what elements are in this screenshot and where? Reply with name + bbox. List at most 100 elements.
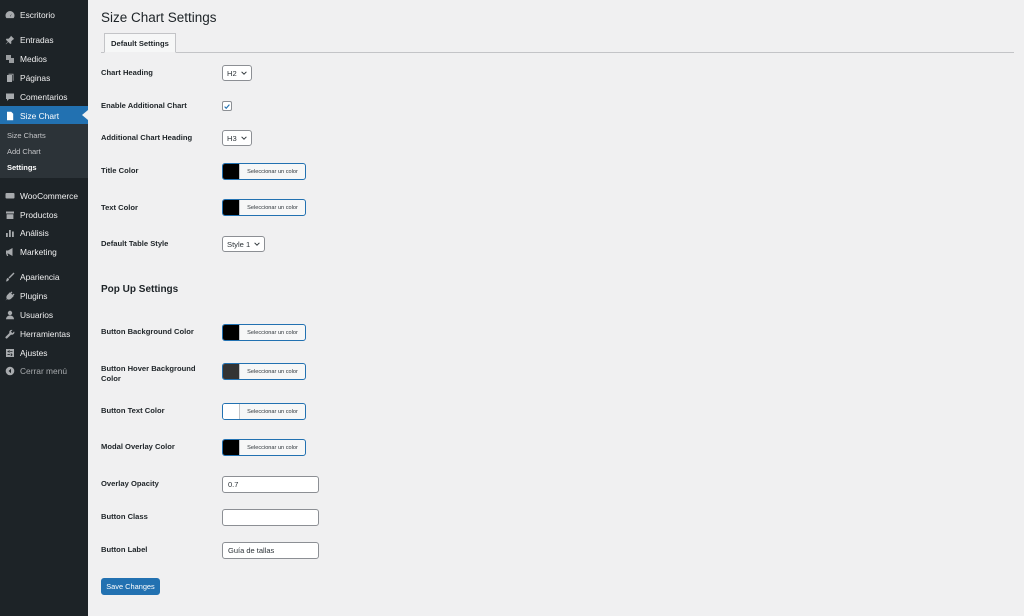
color-picker-label: Seleccionar un color <box>247 368 298 375</box>
brush-icon <box>5 272 15 282</box>
plug-icon <box>5 291 15 301</box>
sidebar-item-label: Apariencia <box>20 271 60 282</box>
color-swatch <box>223 325 240 340</box>
page-icon <box>5 73 15 83</box>
sidebar-item-label: Páginas <box>20 72 51 83</box>
enable-additional-chart-label: Enable Additional Chart <box>101 101 187 110</box>
color-picker-label: Seleccionar un color <box>247 168 298 175</box>
archive-icon <box>5 210 15 220</box>
button-label-label: Button Label <box>101 545 148 554</box>
submenu-item-add-chart[interactable]: Add Chart <box>7 147 41 156</box>
sidebar-item-escritorio[interactable]: Escritorio <box>0 5 88 24</box>
submenu-item-size-charts[interactable]: Size Charts <box>7 131 46 140</box>
sidebar-item-comentarios[interactable]: Comentarios <box>0 87 88 106</box>
color-picker-label: Seleccionar un color <box>247 444 298 451</box>
chevron-down-icon <box>254 241 260 247</box>
button-label-input[interactable] <box>222 542 319 559</box>
text-color-label: Text Color <box>101 203 138 212</box>
button-text-color-picker[interactable]: Seleccionar un color <box>222 403 306 420</box>
sidebar-item-apariencia[interactable]: Apariencia <box>0 267 88 286</box>
default-table-style-select[interactable]: Style 1 <box>222 236 266 252</box>
title-color-picker[interactable]: Seleccionar un color <box>222 163 306 180</box>
color-swatch <box>223 364 240 379</box>
sidebar-item-label: Productos <box>20 209 58 220</box>
default-table-style-label: Default Table Style <box>101 239 169 248</box>
sidebar-item-label: Usuarios <box>20 309 54 320</box>
sidebar-item-marketing[interactable]: Marketing <box>0 242 88 261</box>
sidebar-item-label: Plugins <box>20 290 48 301</box>
chevron-down-icon <box>240 135 247 141</box>
sidebar-item-herramientas[interactable]: Herramientas <box>0 324 88 343</box>
sidebar-item-label: Herramientas <box>20 328 71 339</box>
color-picker-label: Seleccionar un color <box>247 408 298 415</box>
save-changes-button[interactable]: Save Changes <box>101 578 160 595</box>
bar-chart-icon <box>5 228 15 238</box>
sidebar-item-label: Comentarios <box>20 91 68 102</box>
overlay-opacity-input[interactable] <box>222 476 319 493</box>
color-picker-label: Seleccionar un color <box>247 204 298 211</box>
color-picker-label: Seleccionar un color <box>247 329 298 336</box>
color-swatch <box>223 440 240 455</box>
tab-divider <box>101 52 1014 53</box>
document-icon <box>5 111 15 121</box>
dashboard-icon <box>5 10 15 20</box>
chart-heading-label: Chart Heading <box>101 68 153 77</box>
submenu-item-settings[interactable]: Settings <box>7 163 37 172</box>
select-value: H2 <box>227 68 237 78</box>
sidebar-item-label: Medios <box>20 53 47 64</box>
sidebar-item-usuarios[interactable]: Usuarios <box>0 305 88 324</box>
modal-overlay-color-picker[interactable]: Seleccionar un color <box>222 439 306 456</box>
button-text-color-label: Button Text Color <box>101 406 165 415</box>
select-value: H3 <box>227 133 237 143</box>
color-swatch <box>223 200 240 215</box>
sidebar-item-medios[interactable]: Medios <box>0 49 88 68</box>
megaphone-icon <box>5 247 15 257</box>
sidebar-item-label: Análisis <box>20 227 49 238</box>
collapse-menu-button[interactable]: Cerrar menú <box>0 361 88 380</box>
sidebar-item-entradas[interactable]: Entradas <box>0 30 88 49</box>
enable-additional-chart-checkbox[interactable] <box>222 101 232 111</box>
sidebar-item-ajustes[interactable]: Ajustes <box>0 343 88 362</box>
collapse-icon <box>5 366 15 376</box>
collapse-label: Cerrar menú <box>20 365 68 376</box>
woo-icon <box>5 191 15 201</box>
color-swatch <box>223 164 240 179</box>
button-hover-bg-color-label: Button Hover Background Color <box>101 364 196 383</box>
button-class-input[interactable] <box>222 509 319 526</box>
pin-icon <box>5 35 15 45</box>
additional-chart-heading-select[interactable]: H3 <box>222 130 252 146</box>
media-icon <box>5 54 15 64</box>
sidebar-item-label: Size Chart <box>20 110 60 121</box>
overlay-opacity-label: Overlay Opacity <box>101 479 159 488</box>
tab-default-settings[interactable]: Default Settings <box>104 33 176 53</box>
sidebar-item-label: Escritorio <box>20 9 55 20</box>
sidebar-item-label: Entradas <box>20 34 54 45</box>
button-bg-color-picker[interactable]: Seleccionar un color <box>222 324 306 341</box>
button-hover-bg-color-picker[interactable]: Seleccionar un color <box>222 363 306 380</box>
sidebar-item-label: Ajustes <box>20 347 48 358</box>
sidebar-item-paginas[interactable]: Páginas <box>0 68 88 87</box>
sidebar-item-analisis[interactable]: Análisis <box>0 223 88 242</box>
sidebar-item-plugins[interactable]: Plugins <box>0 286 88 305</box>
size-chart-submenu: Size Charts Add Chart Settings <box>0 124 88 178</box>
text-color-picker[interactable]: Seleccionar un color <box>222 199 306 216</box>
user-icon <box>5 310 15 320</box>
button-class-label: Button Class <box>101 512 148 521</box>
chevron-down-icon <box>240 70 247 76</box>
comment-icon <box>5 92 15 102</box>
settings-icon <box>5 348 15 358</box>
admin-sidebar: Escritorio Entradas Medios Páginas Comen… <box>0 0 88 616</box>
title-color-label: Title Color <box>101 166 139 175</box>
checkmark-icon <box>224 103 230 109</box>
color-swatch <box>223 404 240 419</box>
sidebar-item-woocommerce[interactable]: WooCommerce <box>0 186 88 205</box>
sidebar-item-label: Marketing <box>20 246 57 257</box>
sidebar-item-productos[interactable]: Productos <box>0 205 88 224</box>
chart-heading-select[interactable]: H2 <box>222 65 252 81</box>
modal-overlay-color-label: Modal Overlay Color <box>101 442 175 451</box>
additional-chart-heading-label: Additional Chart Heading <box>101 133 193 142</box>
sidebar-item-size-chart[interactable]: Size Chart <box>0 106 88 125</box>
popup-settings-heading: Pop Up Settings <box>101 284 179 295</box>
button-bg-color-label: Button Background Color <box>101 327 194 336</box>
sidebar-item-label: WooCommerce <box>20 190 79 201</box>
